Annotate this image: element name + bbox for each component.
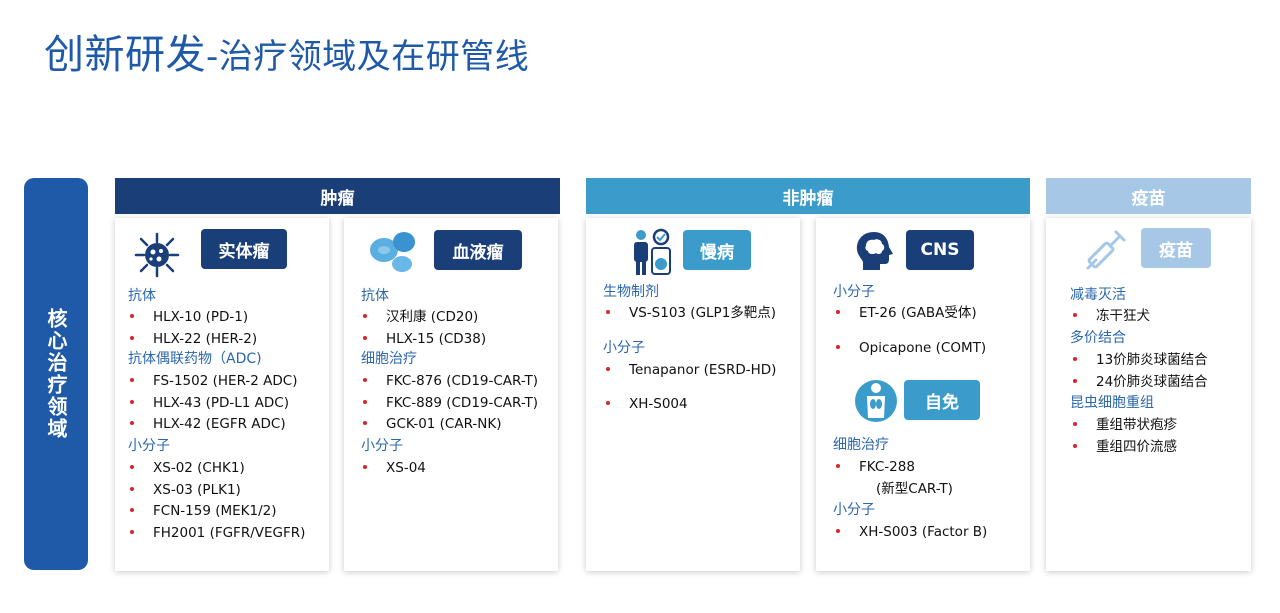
non-oncology-header: 非肿瘤 bbox=[586, 178, 1030, 214]
solid-tumor-badge: 实体瘤 bbox=[201, 229, 287, 269]
list-item: XH-S004 bbox=[629, 396, 688, 412]
list-item: HLX-42 (EGFR ADC) bbox=[153, 416, 286, 432]
category-label: 细胞治疗 bbox=[361, 351, 417, 367]
body-organs-icon bbox=[855, 380, 897, 422]
cns-badge: CNS bbox=[906, 230, 974, 270]
category-label: 减毒灭活 bbox=[1070, 287, 1126, 303]
list-item-continuation: (新型CAR-T) bbox=[876, 481, 953, 497]
bullet-dot bbox=[130, 400, 134, 404]
list-item: HLX-10 (PD-1) bbox=[153, 309, 249, 325]
category-label: 抗体 bbox=[361, 288, 389, 304]
list-item: VS-S103 (GLP1多靶点) bbox=[629, 305, 777, 321]
list-item: 24价肺炎球菌结合 bbox=[1096, 374, 1208, 390]
page-title: 创新研发-治疗领域及在研管线 bbox=[44, 22, 529, 80]
bullet-dot bbox=[363, 314, 367, 318]
list-item: XS-04 bbox=[386, 460, 426, 476]
list-item: 重组四价流感 bbox=[1096, 439, 1177, 455]
bullet-dot bbox=[363, 400, 367, 404]
list-item: FCN-159 (MEK1/2) bbox=[153, 503, 277, 519]
list-item: FKC-288 bbox=[859, 459, 915, 475]
bullet-dot bbox=[836, 345, 840, 349]
category-label: 多价结合 bbox=[1070, 330, 1126, 346]
bullet-dot bbox=[1073, 357, 1077, 361]
list-item: FKC-889 (CD19-CAR-T) bbox=[386, 395, 539, 411]
category-label: 抗体 bbox=[128, 288, 156, 304]
category-label: 生物制剂 bbox=[603, 284, 659, 300]
bullet-dot bbox=[363, 465, 367, 469]
category-label: 小分子 bbox=[128, 438, 170, 454]
list-item: FS-1502 (HER-2 ADC) bbox=[153, 373, 298, 389]
bullet-dot bbox=[1073, 444, 1077, 448]
category-label: 细胞治疗 bbox=[833, 437, 889, 453]
list-item: Opicapone (COMT) bbox=[859, 340, 987, 356]
blood-tumor-card: 血液瘤 抗体 汉利康 (CD20) HLX-15 (CD38) 细胞治疗 FKC… bbox=[344, 218, 558, 571]
bullet-dot bbox=[130, 508, 134, 512]
list-item: FH2001 (FGFR/VEGFR) bbox=[153, 525, 306, 541]
oncology-header: 肿瘤 bbox=[115, 178, 560, 214]
cancer-cell-icon bbox=[134, 232, 180, 278]
bullet-dot bbox=[836, 310, 840, 314]
bullet-dot bbox=[130, 336, 134, 340]
category-label: 小分子 bbox=[361, 438, 403, 454]
list-item: XS-02 (CHK1) bbox=[153, 460, 245, 476]
bullet-dot bbox=[836, 529, 840, 533]
bullet-dot bbox=[130, 530, 134, 534]
bullet-dot bbox=[363, 378, 367, 382]
list-item: FKC-876 (CD19-CAR-T) bbox=[386, 373, 539, 389]
bullet-dot bbox=[130, 487, 134, 491]
bullet-dot bbox=[606, 367, 610, 371]
list-item: Tenapanor (ESRD-HD) bbox=[629, 362, 777, 378]
category-label: 小分子 bbox=[603, 340, 645, 356]
category-label: 抗体偶联药物（ADC) bbox=[128, 351, 262, 367]
title-sub: -治疗领域及在研管线 bbox=[206, 37, 530, 77]
list-item: ET-26 (GABA受体) bbox=[859, 305, 977, 321]
list-item: HLX-22 (HER-2) bbox=[153, 331, 258, 347]
bullet-dot bbox=[363, 336, 367, 340]
chronic-disease-card: 慢病 生物制剂 VS-S103 (GLP1多靶点) 小分子 Tenapanor … bbox=[586, 218, 800, 571]
vaccine-badge: 疫苗 bbox=[1141, 228, 1211, 268]
brain-head-icon bbox=[856, 232, 893, 270]
list-item: XS-03 (PLK1) bbox=[153, 482, 241, 498]
syringe-icon bbox=[1086, 230, 1126, 270]
bullet-dot bbox=[836, 464, 840, 468]
category-label: 小分子 bbox=[833, 284, 875, 300]
list-item: XH-S003 (Factor B) bbox=[859, 524, 988, 540]
doctor-patient-icon bbox=[634, 228, 671, 275]
list-item: HLX-43 (PD-L1 ADC) bbox=[153, 395, 289, 411]
vaccine-header: 疫苗 bbox=[1046, 178, 1251, 214]
bullet-dot bbox=[130, 314, 134, 318]
cns-autoimmune-card: CNS 小分子 ET-26 (GABA受体) Opicapone (COMT) … bbox=[816, 218, 1030, 571]
bullet-dot bbox=[1073, 313, 1077, 317]
list-item: GCK-01 (CAR-NK) bbox=[386, 416, 502, 432]
autoimmune-badge: 自免 bbox=[904, 380, 980, 420]
side-label-text: 核心治疗领域 bbox=[44, 308, 68, 440]
bullet-dot bbox=[363, 421, 367, 425]
bullet-dot bbox=[606, 310, 610, 314]
category-label: 小分子 bbox=[833, 502, 875, 518]
core-therapy-area-label: 核心治疗领域 bbox=[24, 178, 88, 570]
bullet-dot bbox=[130, 465, 134, 469]
list-item: 13价肺炎球菌结合 bbox=[1096, 352, 1208, 368]
bullet-dot bbox=[130, 421, 134, 425]
list-item: 汉利康 (CD20) bbox=[386, 309, 479, 325]
bullet-dot bbox=[130, 378, 134, 382]
blood-cells-icon bbox=[370, 232, 415, 272]
vaccine-card: 疫苗 减毒灭活 冻干狂犬 多价结合 13价肺炎球菌结合 24价肺炎球菌结合 昆虫… bbox=[1046, 218, 1251, 571]
list-item: HLX-15 (CD38) bbox=[386, 331, 487, 347]
bullet-dot bbox=[1073, 379, 1077, 383]
solid-tumor-card: 实体瘤 抗体 HLX-10 (PD-1) HLX-22 (HER-2) 抗体偶联… bbox=[115, 218, 329, 571]
list-item: 冻干狂犬 bbox=[1096, 308, 1150, 324]
bullet-dot bbox=[1073, 422, 1077, 426]
category-label: 昆虫细胞重组 bbox=[1070, 395, 1154, 411]
blood-tumor-badge: 血液瘤 bbox=[434, 230, 522, 270]
title-main: 创新研发 bbox=[44, 32, 206, 78]
bullet-dot bbox=[606, 401, 610, 405]
chronic-disease-badge: 慢病 bbox=[683, 230, 751, 270]
list-item: 重组带状疱疹 bbox=[1096, 417, 1177, 433]
